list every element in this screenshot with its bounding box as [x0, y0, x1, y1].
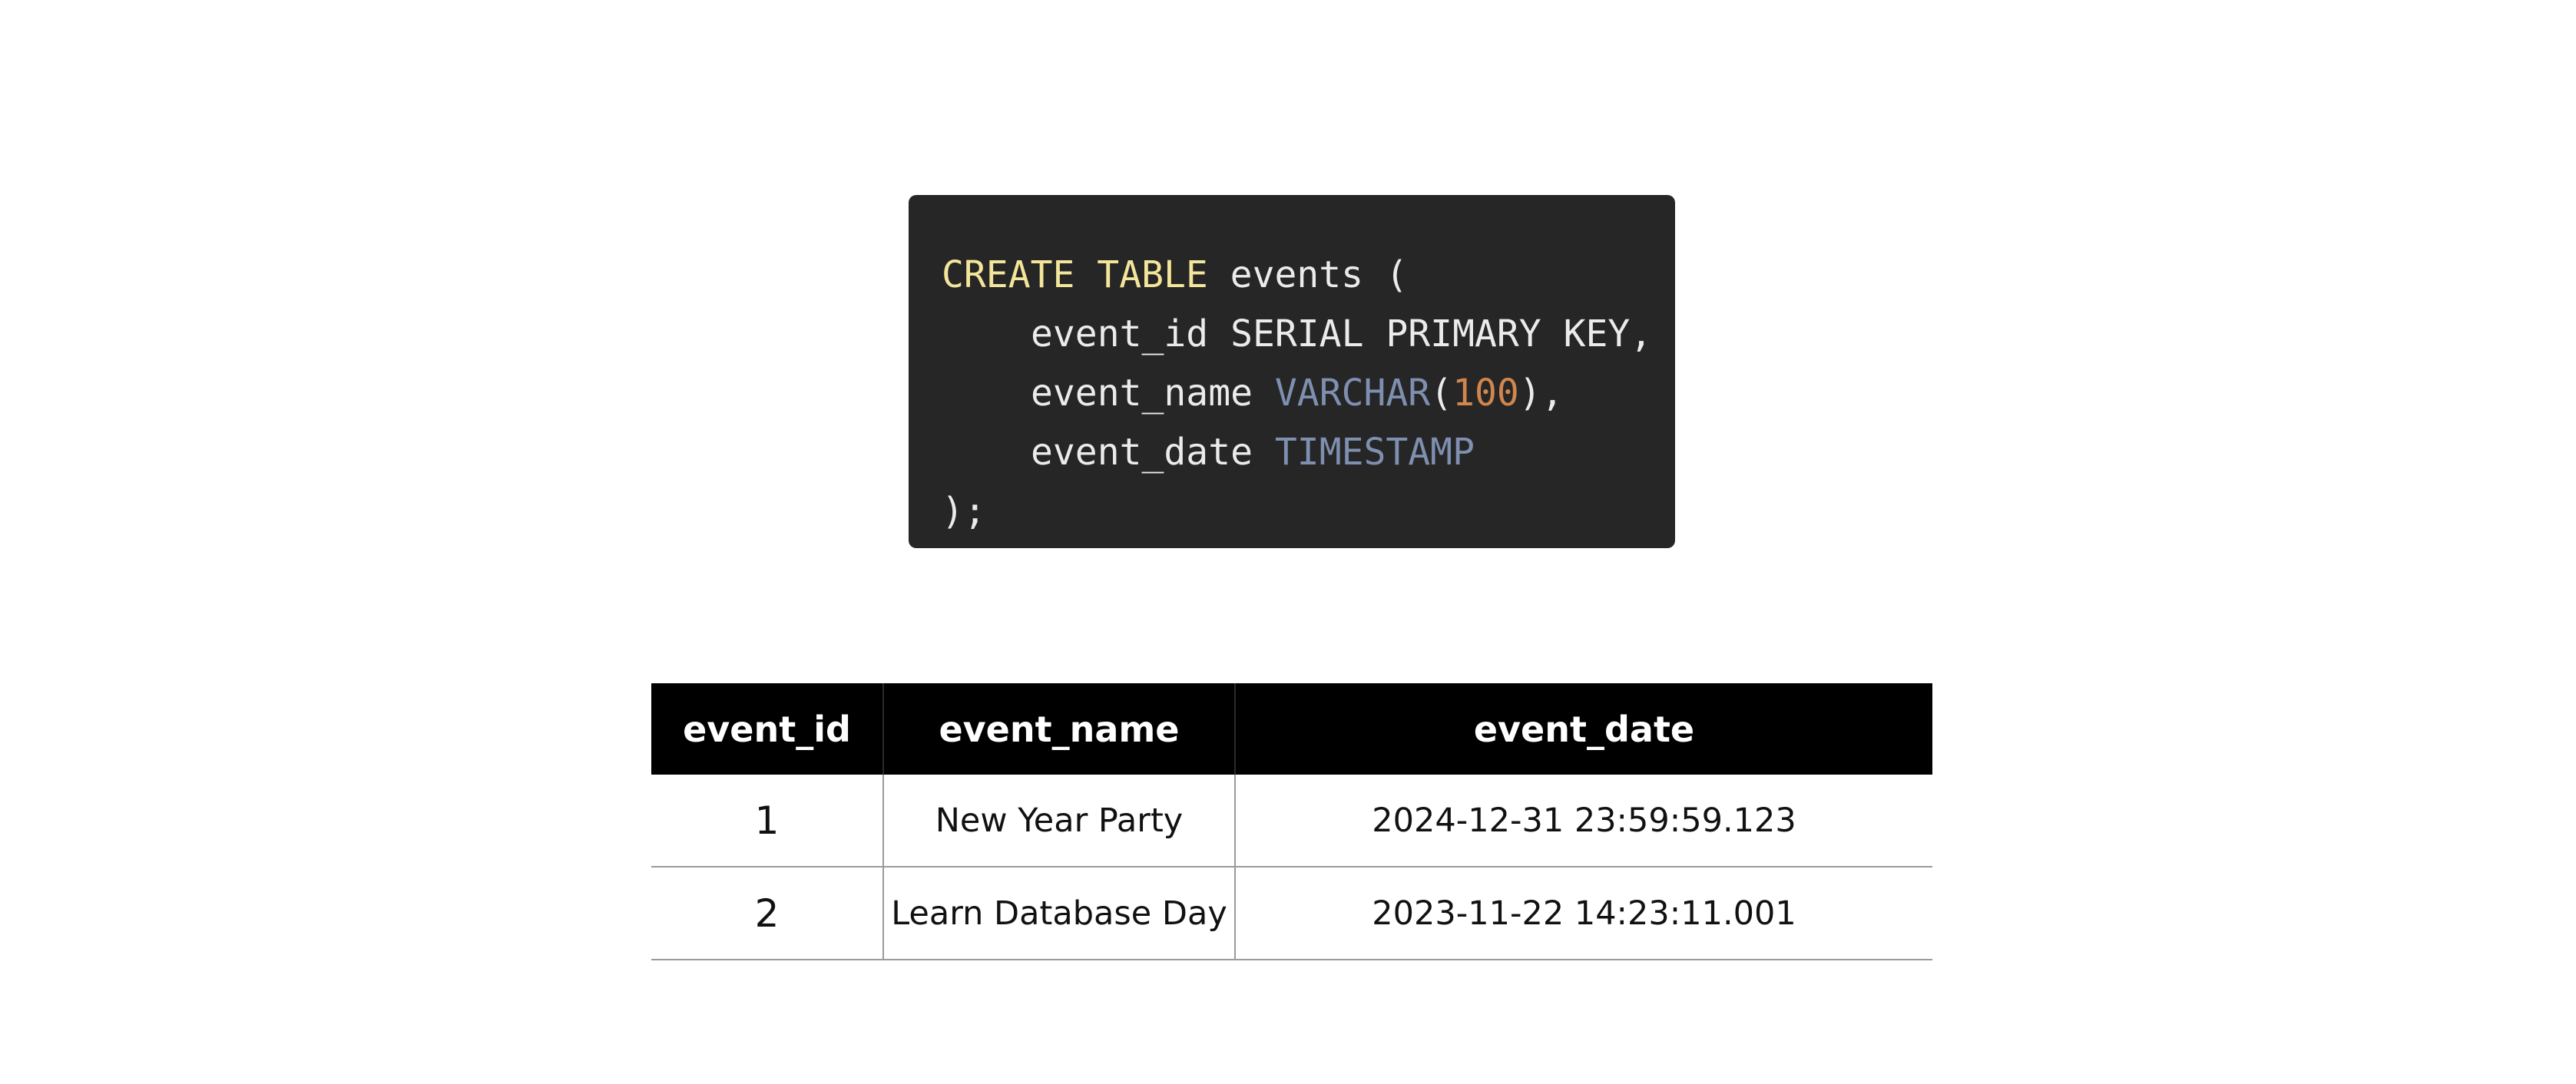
code-column-name: event_name	[1031, 372, 1275, 415]
cell-event-name: New Year Party	[883, 775, 1236, 868]
code-line-2: event_id SERIAL PRIMARY KEY,	[942, 305, 1675, 364]
code-keyword-create-table: CREATE TABLE	[942, 253, 1208, 296]
code-text: );	[942, 490, 986, 533]
header-event-date: event_date	[1235, 683, 1932, 775]
code-line-5: );	[942, 482, 1675, 541]
header-event-name: event_name	[883, 683, 1236, 775]
events-table: event_id event_name event_date 1 New Yea…	[651, 683, 1932, 960]
code-line-3: event_name VARCHAR(100),	[942, 364, 1675, 423]
cell-event-date: 2024-12-31 23:59:59.123	[1235, 775, 1932, 868]
cell-event-date: 2023-11-22 14:23:11.001	[1235, 867, 1932, 960]
code-column-name: event_date	[1031, 431, 1275, 474]
sql-code-block: CREATE TABLE events ( event_id SERIAL PRI…	[909, 195, 1675, 548]
code-paren-close: ),	[1518, 372, 1564, 415]
table-header-row: event_id event_name event_date	[651, 683, 1932, 775]
cell-event-name: Learn Database Day	[883, 867, 1236, 960]
code-text: events (	[1207, 253, 1408, 296]
code-number: 100	[1452, 372, 1519, 415]
header-event-id: event_id	[651, 683, 884, 775]
code-line-4: event_date TIMESTAMP	[942, 423, 1675, 482]
cell-event-id: 1	[651, 775, 884, 868]
table-row: 2 Learn Database Day 2023-11-22 14:23:11…	[651, 867, 1932, 960]
code-text: event_id SERIAL PRIMARY KEY,	[1031, 312, 1653, 355]
code-paren-open: (	[1430, 372, 1453, 415]
cell-event-id: 2	[651, 867, 884, 960]
code-line-1: CREATE TABLE events (	[942, 246, 1675, 305]
code-type-varchar: VARCHAR	[1274, 372, 1431, 415]
table-row: 1 New Year Party 2024-12-31 23:59:59.123	[651, 775, 1932, 868]
code-type-timestamp: TIMESTAMP	[1274, 431, 1475, 474]
